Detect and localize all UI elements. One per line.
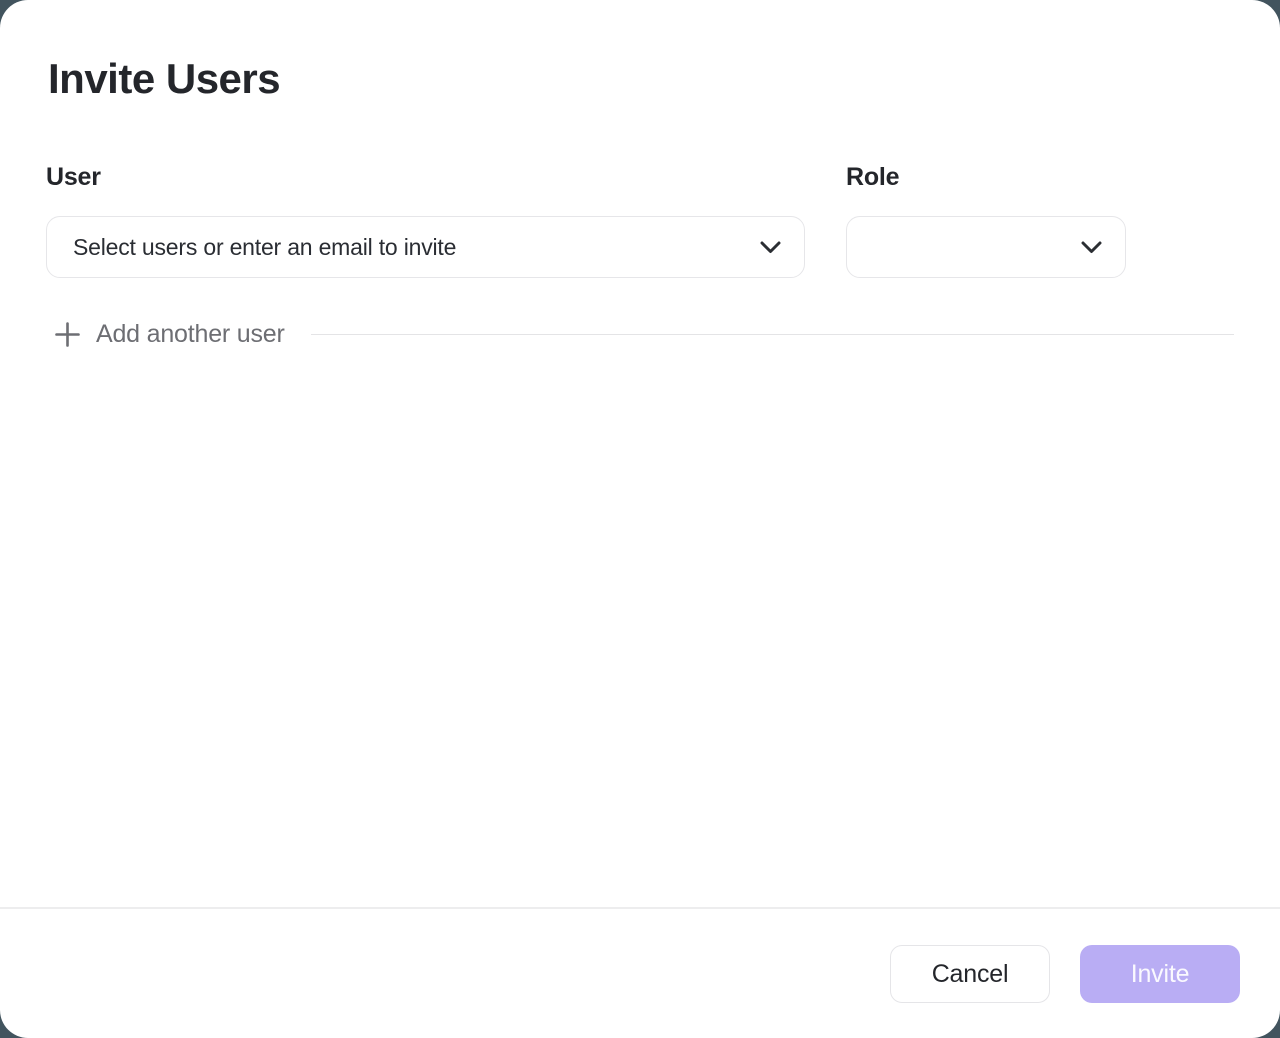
user-select-placeholder: Select users or enter an email to invite [73,234,760,261]
add-another-user-button[interactable]: Add another user [54,320,285,349]
add-another-user-row: Add another user [54,320,1234,349]
dialog-title: Invite Users [48,55,1234,103]
dialog-footer: Cancel Invite [0,907,1280,1038]
role-field-group: Role [846,163,1126,278]
invite-users-dialog: Invite Users User Select users or enter … [0,0,1280,1038]
role-select[interactable] [846,216,1126,278]
user-field-label: User [46,163,805,192]
invite-button[interactable]: Invite [1080,945,1240,1003]
user-field-group: User Select users or enter an email to i… [46,163,805,278]
invite-fields-row: User Select users or enter an email to i… [46,163,1234,278]
plus-icon [54,321,81,348]
role-field-label: Role [846,163,1126,192]
add-another-user-label: Add another user [96,320,285,349]
chevron-down-icon [760,241,781,254]
cancel-button[interactable]: Cancel [890,945,1050,1003]
chevron-down-icon [1081,241,1102,254]
user-select[interactable]: Select users or enter an email to invite [46,216,805,278]
row-divider [311,334,1234,335]
dialog-body: Invite Users User Select users or enter … [0,0,1280,907]
